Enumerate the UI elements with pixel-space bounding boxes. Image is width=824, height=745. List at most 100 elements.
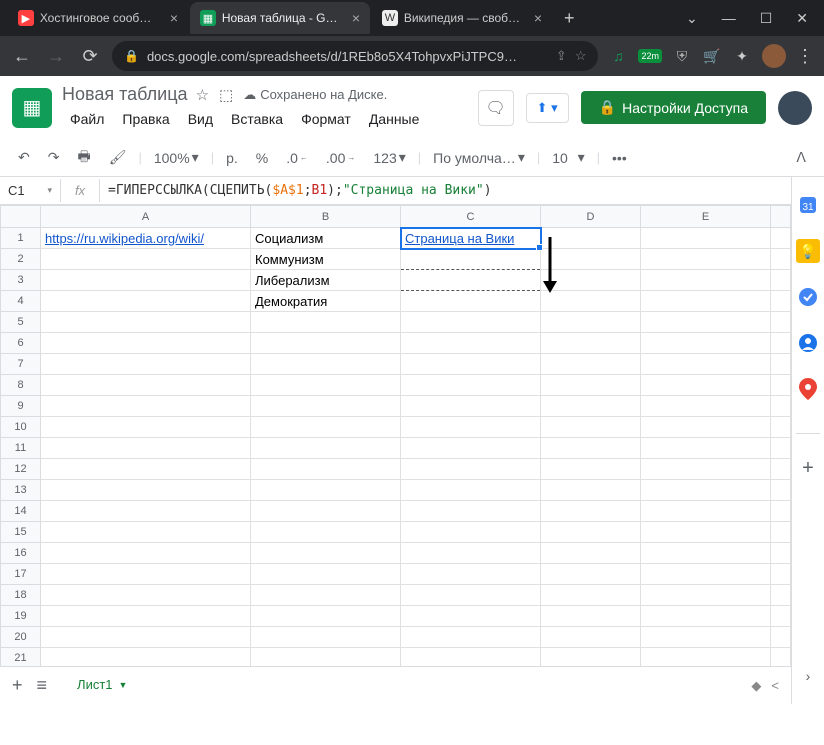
cell[interactable] xyxy=(401,396,541,417)
star-icon[interactable]: ☆ xyxy=(575,48,587,64)
row-header[interactable]: 18 xyxy=(1,585,41,606)
share-button[interactable]: 🔒Настройки Доступа xyxy=(581,91,766,124)
decrease-decimal-button[interactable]: .0← xyxy=(280,146,314,170)
cell[interactable] xyxy=(41,312,251,333)
more-tools-button[interactable]: ••• xyxy=(606,146,633,170)
sheet-tab[interactable]: Лист1▼ xyxy=(61,671,143,700)
sheet-tab-menu-icon[interactable]: ▼ xyxy=(119,680,128,690)
cell[interactable]: Демократия xyxy=(251,291,401,312)
cell[interactable] xyxy=(541,480,641,501)
extension-cart-icon[interactable]: 🛒 xyxy=(702,46,722,66)
keep-icon[interactable]: 💡 xyxy=(796,239,820,263)
cell[interactable]: Коммунизм xyxy=(251,249,401,270)
minimize-icon[interactable]: — xyxy=(722,10,736,27)
cell[interactable] xyxy=(401,585,541,606)
cell[interactable] xyxy=(401,291,541,312)
sheets-logo[interactable]: ▦ xyxy=(12,88,52,128)
row-header[interactable]: 8 xyxy=(1,375,41,396)
cell[interactable] xyxy=(251,480,401,501)
close-window-icon[interactable]: ✕ xyxy=(796,10,808,27)
explore-button[interactable]: ◆ xyxy=(751,678,761,694)
cell[interactable] xyxy=(41,249,251,270)
cell[interactable] xyxy=(251,459,401,480)
extensions-icon[interactable]: ✦ xyxy=(732,46,752,66)
row-header[interactable]: 3 xyxy=(1,270,41,291)
row-header[interactable]: 4 xyxy=(1,291,41,312)
cell[interactable] xyxy=(401,501,541,522)
cell[interactable] xyxy=(541,291,641,312)
name-box[interactable]: C1 xyxy=(0,183,60,198)
currency-button[interactable]: р. xyxy=(220,146,244,170)
browser-menu-icon[interactable]: ⋮ xyxy=(796,46,814,67)
cell[interactable] xyxy=(41,585,251,606)
cell[interactable]: Социализм xyxy=(251,228,401,249)
cell[interactable] xyxy=(251,417,401,438)
cell[interactable] xyxy=(251,543,401,564)
cell[interactable] xyxy=(541,585,641,606)
cell[interactable] xyxy=(401,648,541,667)
cell[interactable] xyxy=(251,522,401,543)
document-title[interactable]: Новая таблица xyxy=(62,84,188,105)
row-header[interactable]: 2 xyxy=(1,249,41,270)
cell[interactable]: Страница на Вики xyxy=(401,228,541,249)
cell[interactable] xyxy=(541,627,641,648)
undo-button[interactable]: ↶ xyxy=(12,145,36,170)
chevron-down-icon[interactable]: ⌄ xyxy=(686,10,698,27)
cell[interactable] xyxy=(41,354,251,375)
cell[interactable] xyxy=(641,291,771,312)
col-header[interactable]: E xyxy=(641,206,771,228)
menu-edit[interactable]: Правка xyxy=(114,107,177,131)
cell[interactable] xyxy=(541,333,641,354)
cell[interactable] xyxy=(641,228,771,249)
cell[interactable] xyxy=(641,312,771,333)
cell[interactable] xyxy=(541,564,641,585)
account-avatar[interactable] xyxy=(778,91,812,125)
profile-avatar[interactable] xyxy=(762,44,786,68)
row-header[interactable]: 13 xyxy=(1,480,41,501)
cell[interactable] xyxy=(641,543,771,564)
close-icon[interactable]: × xyxy=(534,10,542,26)
cell[interactable] xyxy=(251,585,401,606)
cell[interactable] xyxy=(401,354,541,375)
comments-button[interactable]: 🗨 xyxy=(478,90,514,126)
redo-button[interactable]: ↷ xyxy=(42,145,66,170)
new-tab-button[interactable]: + xyxy=(554,8,585,29)
cell[interactable] xyxy=(541,228,641,249)
add-sheet-button[interactable]: + xyxy=(12,675,23,696)
cell[interactable] xyxy=(251,375,401,396)
cell[interactable] xyxy=(401,522,541,543)
cell[interactable] xyxy=(41,375,251,396)
col-header[interactable]: D xyxy=(541,206,641,228)
cell[interactable] xyxy=(641,438,771,459)
cell[interactable] xyxy=(641,480,771,501)
cell[interactable] xyxy=(541,396,641,417)
spreadsheet-grid[interactable]: ABCDE1https://ru.wikipedia.org/wiki/Соци… xyxy=(0,205,791,666)
cell[interactable] xyxy=(41,396,251,417)
cell[interactable] xyxy=(41,543,251,564)
cell[interactable] xyxy=(541,249,641,270)
cell[interactable] xyxy=(641,249,771,270)
cell[interactable] xyxy=(41,333,251,354)
row-header[interactable]: 21 xyxy=(1,648,41,667)
add-addon-button[interactable]: + xyxy=(796,456,820,480)
cell[interactable] xyxy=(541,543,641,564)
cell[interactable] xyxy=(641,417,771,438)
cell[interactable] xyxy=(401,459,541,480)
cell[interactable] xyxy=(401,312,541,333)
cell[interactable] xyxy=(401,249,541,270)
move-icon[interactable]: ⬚ xyxy=(219,86,233,104)
cell[interactable] xyxy=(251,396,401,417)
close-icon[interactable]: × xyxy=(170,10,178,26)
row-header[interactable]: 16 xyxy=(1,543,41,564)
cell[interactable] xyxy=(41,648,251,667)
cell[interactable] xyxy=(401,543,541,564)
row-header[interactable]: 1 xyxy=(1,228,41,249)
cell[interactable]: Либерализм xyxy=(251,270,401,291)
fontsize-select[interactable]: 10 ▾ xyxy=(546,145,590,170)
cell[interactable] xyxy=(541,606,641,627)
row-header[interactable]: 9 xyxy=(1,396,41,417)
collapse-toolbar-button[interactable]: ᐱ xyxy=(790,145,812,170)
cell[interactable] xyxy=(641,459,771,480)
cell[interactable] xyxy=(641,396,771,417)
cell[interactable] xyxy=(641,564,771,585)
